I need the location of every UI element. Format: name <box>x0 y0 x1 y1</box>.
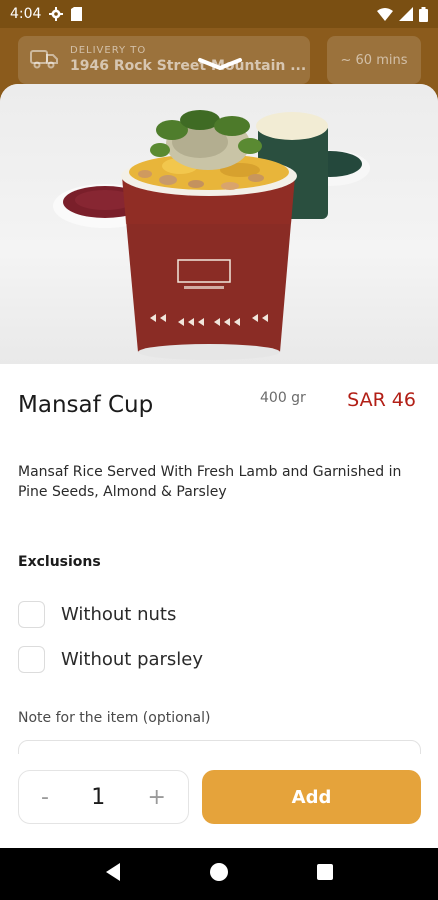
gear-icon <box>49 7 64 21</box>
checkbox[interactable] <box>18 601 45 628</box>
item-weight: 400 gr <box>260 390 306 406</box>
recents-icon[interactable] <box>316 863 334 885</box>
eta-text: ~ 60 mins <box>340 52 408 68</box>
exclusion-option-parsley[interactable]: Without parsley <box>18 646 203 673</box>
item-detail-sheet: Mansaf Cup 400 gr SAR 46 Mansaf Rice Ser… <box>0 84 438 848</box>
exclusion-option-nuts[interactable]: Without nuts <box>18 601 176 628</box>
exclusions-heading: Exclusions <box>18 554 101 570</box>
quantity-value: 1 <box>91 784 106 810</box>
action-bar: - 1 + Add <box>0 754 438 848</box>
delivery-address: 1946 Rock Street Mountain ... <box>70 57 307 74</box>
note-label: Note for the item (optional) <box>18 710 211 726</box>
item-price: SAR 46 <box>347 389 416 411</box>
sim-card-icon <box>71 7 83 21</box>
back-icon[interactable] <box>104 862 122 886</box>
item-title: Mansaf Cup <box>18 392 154 418</box>
status-bar: 4:04 <box>0 0 438 28</box>
wifi-icon <box>377 7 393 21</box>
option-label: Without nuts <box>61 604 177 625</box>
status-time: 4:04 <box>10 6 42 22</box>
increment-button[interactable]: + <box>148 785 166 810</box>
add-button-label: Add <box>291 786 332 808</box>
chevron-down-icon[interactable] <box>196 56 244 76</box>
home-icon[interactable] <box>209 862 229 886</box>
delivery-address-selector[interactable]: DELIVERY TO 1946 Rock Street Mountain ..… <box>18 36 310 84</box>
eta-badge: ~ 60 mins <box>327 36 421 84</box>
option-label: Without parsley <box>61 649 204 670</box>
signal-icon <box>399 7 413 21</box>
battery-icon <box>419 6 428 22</box>
quantity-stepper: - 1 + <box>18 770 189 824</box>
item-photo <box>0 84 438 364</box>
checkbox[interactable] <box>18 646 45 673</box>
delivery-truck-icon <box>30 47 58 73</box>
system-nav-bar <box>0 848 438 900</box>
decrement-button[interactable]: - <box>41 785 49 810</box>
delivery-label: DELIVERY TO <box>70 45 147 56</box>
item-description: Mansaf Rice Served With Fresh Lamb and G… <box>18 464 402 500</box>
add-button[interactable]: Add <box>202 770 421 824</box>
